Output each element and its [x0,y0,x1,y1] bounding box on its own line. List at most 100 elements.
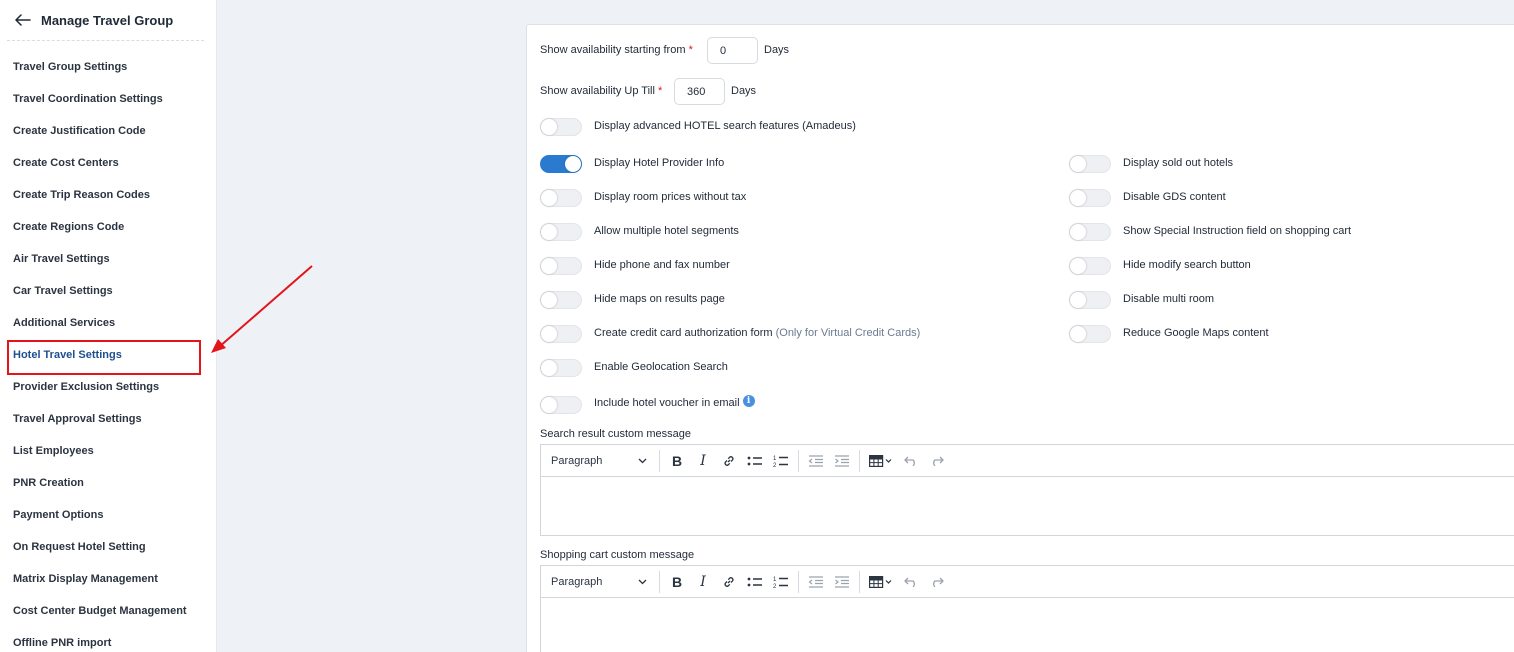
hide-maps-label: Hide maps on results page [594,293,725,305]
advanced-search-label: Display advanced HOTEL search features (… [594,120,856,132]
disable-multi-room-label: Disable multi room [1123,293,1215,305]
svg-text:2: 2 [773,463,777,468]
sidebar: Manage Travel Group Travel Group Setting… [0,0,217,652]
room-prices-without-tax-label: Display room prices without tax [594,191,747,203]
cc-authorization-form-toggle[interactable] [540,325,582,343]
reduce-google-maps-label: Reduce Google Maps content [1123,327,1269,339]
toolbar-separator [859,449,860,472]
multiple-hotel-segments-label: Allow multiple hotel segments [594,225,739,237]
annotation-highlight-box [7,340,201,375]
geolocation-search-toggle[interactable] [540,359,582,377]
avail-from-label: Show availability starting from * [540,44,693,56]
svg-text:2: 2 [773,584,777,589]
sidebar-item-list-employees[interactable]: List Employees [13,443,94,459]
numbered-list-icon[interactable]: 12 [768,570,794,594]
svg-text:1: 1 [773,577,777,583]
hotel-provider-info-label: Display Hotel Provider Info [594,157,725,169]
svg-text:1: 1 [773,456,777,462]
avail-till-label: Show availability Up Till * [540,85,663,97]
sidebar-item-travel-group-settings[interactable]: Travel Group Settings [13,59,127,75]
room-prices-without-tax-toggle[interactable] [540,189,582,207]
sidebar-item-payment-options[interactable]: Payment Options [13,507,103,523]
sidebar-item-travel-approval-settings[interactable]: Travel Approval Settings [13,411,142,427]
sidebar-item-provider-exclusion-settings[interactable]: Provider Exclusion Settings [13,379,159,395]
toolbar-separator [798,449,799,472]
hotel-voucher-email-toggle[interactable] [540,396,582,414]
table-icon[interactable] [864,449,898,473]
hotel-voucher-email-label: Include hotel voucher in email i [594,395,755,409]
sold-out-hotels-toggle[interactable] [1069,155,1111,173]
sidebar-item-additional-services[interactable]: Additional Services [13,315,115,331]
editor-toolbar: Paragraph B I 12 [541,566,1514,598]
redo-icon[interactable] [924,570,950,594]
toolbar-separator [659,449,660,472]
annotation-arrow-icon [211,265,313,353]
special-instruction-toggle[interactable] [1069,223,1111,241]
outdent-icon[interactable] [803,570,829,594]
outdent-icon[interactable] [803,449,829,473]
sidebar-item-create-regions-code[interactable]: Create Regions Code [13,219,124,235]
avail-till-unit: Days [731,85,757,97]
editor-toolbar: Paragraph B I 12 [541,445,1514,477]
info-icon[interactable]: i [742,395,755,407]
redo-icon[interactable] [924,449,950,473]
hide-phone-fax-label: Hide phone and fax number [594,259,730,271]
shopping-cart-message-label: Shopping cart custom message [540,549,695,561]
italic-icon[interactable]: I [690,570,716,594]
shopping-cart-message-editor: Paragraph B I 12 [540,565,1514,652]
undo-icon[interactable] [898,570,924,594]
hotel-settings-card: Show availability starting from * Days S… [526,24,1514,652]
paragraph-format-select[interactable]: Paragraph [545,449,655,473]
bold-icon[interactable]: B [664,570,690,594]
advanced-search-toggle[interactable] [540,118,582,136]
sidebar-item-car-travel-settings[interactable]: Car Travel Settings [13,283,113,299]
hide-modify-search-toggle[interactable] [1069,257,1111,275]
sidebar-title: Manage Travel Group [41,12,174,28]
disable-multi-room-toggle[interactable] [1069,291,1111,309]
indent-icon[interactable] [829,449,855,473]
disable-gds-label: Disable GDS content [1123,191,1226,203]
avail-from-unit: Days [764,44,790,56]
hide-maps-toggle[interactable] [540,291,582,309]
link-icon[interactable] [716,449,742,473]
indent-icon[interactable] [829,570,855,594]
hide-phone-fax-toggle[interactable] [540,257,582,275]
chevron-down-icon [638,458,647,463]
sidebar-item-pnr-creation[interactable]: PNR Creation [13,475,84,491]
paragraph-format-value: Paragraph [551,454,603,467]
editor-content-area[interactable] [541,477,1514,535]
link-icon[interactable] [716,570,742,594]
table-icon[interactable] [864,570,898,594]
disable-gds-toggle[interactable] [1069,189,1111,207]
sidebar-item-on-request-hotel-setting[interactable]: On Request Hotel Setting [13,539,146,555]
bold-icon[interactable]: B [664,449,690,473]
paragraph-format-select[interactable]: Paragraph [545,570,655,594]
sidebar-item-matrix-display-management[interactable]: Matrix Display Management [13,571,158,587]
italic-icon[interactable]: I [690,449,716,473]
toolbar-separator [859,570,860,593]
toolbar-separator [659,570,660,593]
sidebar-item-offline-pnr-import[interactable]: Offline PNR import [13,635,111,651]
sidebar-item-create-trip-reason-codes[interactable]: Create Trip Reason Codes [13,187,150,203]
hotel-provider-info-toggle[interactable] [540,155,582,173]
editor-content-area[interactable] [541,598,1514,652]
sidebar-item-air-travel-settings[interactable]: Air Travel Settings [13,251,110,267]
avail-till-input[interactable] [674,78,725,105]
paragraph-format-value: Paragraph [551,575,603,588]
search-result-message-editor: Paragraph B I 12 [540,444,1514,536]
toolbar-separator [798,570,799,593]
numbered-list-icon[interactable]: 12 [768,449,794,473]
bulleted-list-icon[interactable] [742,570,768,594]
back-arrow-icon[interactable] [15,14,31,26]
hide-modify-search-label: Hide modify search button [1123,259,1251,271]
multiple-hotel-segments-toggle[interactable] [540,223,582,241]
sidebar-item-travel-coordination-settings[interactable]: Travel Coordination Settings [13,91,163,107]
bulleted-list-icon[interactable] [742,449,768,473]
sidebar-item-cost-center-budget-management[interactable]: Cost Center Budget Management [13,603,187,619]
undo-icon[interactable] [898,449,924,473]
search-result-message-label: Search result custom message [540,428,692,440]
avail-from-input[interactable] [707,37,758,64]
sidebar-item-create-justification-code[interactable]: Create Justification Code [13,123,146,139]
sidebar-item-create-cost-centers[interactable]: Create Cost Centers [13,155,119,171]
reduce-google-maps-toggle[interactable] [1069,325,1111,343]
